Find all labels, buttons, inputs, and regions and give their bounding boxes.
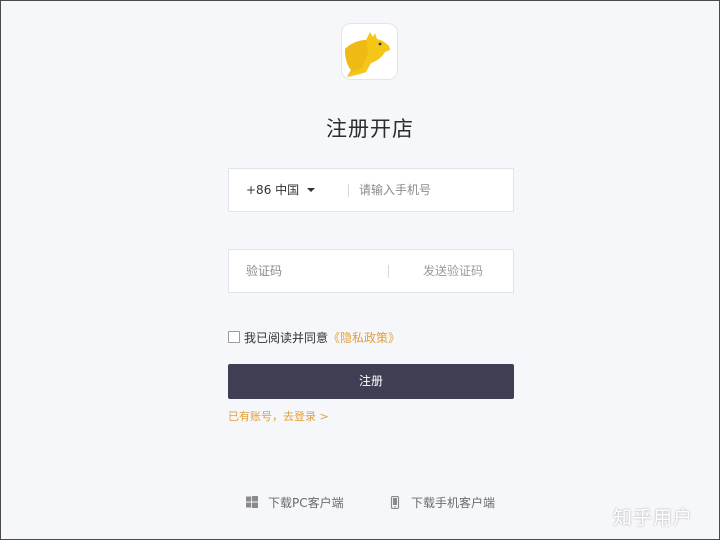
phone-input[interactable] (359, 169, 509, 211)
download-mobile-link[interactable]: 下载手机客户端 (389, 493, 495, 511)
agreement-text: 我已阅读并同意 (244, 330, 329, 345)
agreement-checkbox[interactable] (228, 331, 240, 343)
field-divider (388, 265, 389, 278)
field-divider (348, 184, 349, 197)
download-pc-link[interactable]: 下载PC客户端 (246, 493, 344, 511)
country-code-label: +86 中国 (246, 183, 300, 197)
verification-code-field: 发送验证码 (228, 249, 514, 293)
download-pc-label: 下载PC客户端 (268, 495, 344, 510)
watermark-text: 知乎用户 (613, 507, 694, 529)
register-page: 注册开店 +86 中国 发送验证码 我已阅读并同意 《隐私政策》 注册 已有账号… (0, 0, 720, 540)
caret-down-icon (307, 188, 316, 192)
phone-field: +86 中国 (228, 168, 514, 212)
kangaroo-logo-icon (341, 23, 398, 80)
page-title: 注册开店 (326, 117, 414, 141)
login-link[interactable]: 已有账号，去登录 > (228, 408, 329, 424)
agreement-row: 我已阅读并同意 《隐私政策》 (228, 329, 400, 345)
windows-icon (246, 496, 258, 508)
privacy-policy-link[interactable]: 《隐私政策》 (328, 329, 400, 346)
verification-code-input[interactable] (246, 250, 386, 292)
download-mobile-label: 下载手机客户端 (411, 495, 496, 510)
register-button[interactable]: 注册 (228, 364, 514, 399)
mobile-phone-icon (389, 495, 401, 510)
send-code-button[interactable]: 发送验证码 (423, 250, 483, 292)
country-code-select[interactable]: +86 中国 (246, 169, 316, 211)
